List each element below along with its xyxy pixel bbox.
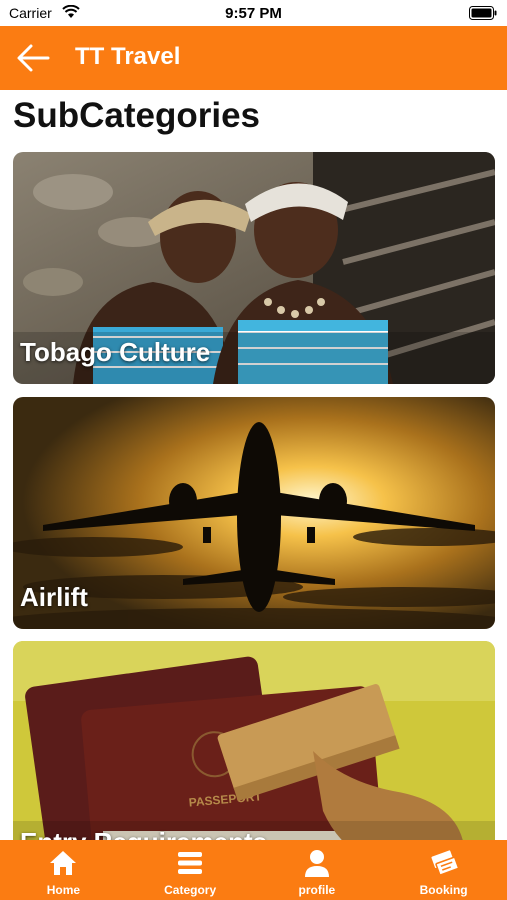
nav-booking[interactable]: Booking	[380, 840, 507, 900]
bottom-nav: Home Category profile Booking	[0, 840, 507, 900]
subcategory-label: Airlift	[20, 582, 88, 612]
subcategory-label: Tobago Culture	[20, 337, 211, 367]
nav-home-label: Home	[46, 883, 81, 897]
nav-category-label: Category	[164, 883, 217, 897]
nav-profile-label: profile	[298, 883, 336, 897]
back-button[interactable]	[14, 41, 52, 75]
status-time: 9:57 PM	[225, 5, 282, 22]
subcategory-label: Entry Requirements	[20, 827, 267, 840]
nav-booking-label: Booking	[419, 883, 468, 897]
arrow-left-icon	[17, 44, 50, 72]
nav-home[interactable]: Home	[0, 840, 127, 900]
status-bar: Carrier 9:57 PM	[0, 0, 507, 26]
tickets-icon	[431, 850, 459, 876]
app-title: TT Travel	[75, 43, 181, 70]
person-icon	[304, 850, 329, 877]
subcategory-card-airlift[interactable]: Airlift	[13, 397, 495, 629]
passport-photo: PASSEPORT	[13, 641, 495, 840]
home-icon	[50, 851, 77, 875]
nav-profile[interactable]: profile	[254, 840, 381, 900]
subcategory-list[interactable]: Tobago Culture Airlift PASSEPORT	[0, 152, 507, 840]
subcategory-card-entry-requirements[interactable]: PASSEPORT Entry Requirements	[13, 641, 495, 840]
list-icon	[178, 852, 203, 874]
nav-category[interactable]: Category	[127, 840, 254, 900]
subcategory-card-tobago-culture[interactable]: Tobago Culture	[13, 152, 495, 384]
app-bar: TT Travel	[0, 26, 507, 90]
page-title: SubCategories	[13, 96, 260, 135]
battery-icon	[469, 6, 497, 23]
